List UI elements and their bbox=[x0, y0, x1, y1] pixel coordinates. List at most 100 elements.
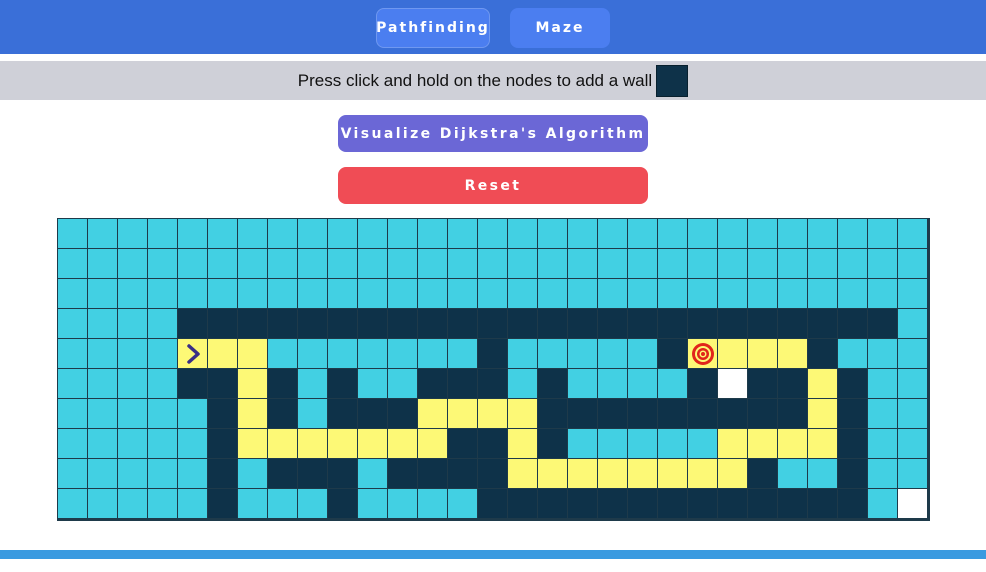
open-node[interactable] bbox=[358, 249, 388, 279]
open-node[interactable] bbox=[58, 309, 88, 339]
open-node[interactable] bbox=[778, 279, 808, 309]
open-node[interactable] bbox=[688, 219, 718, 249]
wall-node[interactable] bbox=[658, 309, 688, 339]
path-node[interactable] bbox=[418, 399, 448, 429]
open-node[interactable] bbox=[688, 429, 718, 459]
start-node[interactable] bbox=[178, 339, 208, 369]
open-node[interactable] bbox=[148, 459, 178, 489]
open-node[interactable] bbox=[898, 429, 928, 459]
open-node[interactable] bbox=[88, 429, 118, 459]
open-node[interactable] bbox=[58, 219, 88, 249]
path-node[interactable] bbox=[808, 429, 838, 459]
path-node[interactable] bbox=[718, 459, 748, 489]
open-node[interactable] bbox=[868, 399, 898, 429]
open-node[interactable] bbox=[568, 429, 598, 459]
open-node[interactable] bbox=[898, 219, 928, 249]
wall-node[interactable] bbox=[688, 399, 718, 429]
open-node[interactable] bbox=[238, 459, 268, 489]
open-node[interactable] bbox=[58, 489, 88, 519]
open-node[interactable] bbox=[88, 369, 118, 399]
open-node[interactable] bbox=[208, 279, 238, 309]
open-node[interactable] bbox=[478, 219, 508, 249]
open-node[interactable] bbox=[568, 369, 598, 399]
open-node[interactable] bbox=[598, 429, 628, 459]
wall-node[interactable] bbox=[208, 309, 238, 339]
open-node[interactable] bbox=[808, 219, 838, 249]
open-node[interactable] bbox=[88, 279, 118, 309]
open-node[interactable] bbox=[148, 279, 178, 309]
open-node[interactable] bbox=[148, 249, 178, 279]
path-node[interactable] bbox=[268, 429, 298, 459]
open-node[interactable] bbox=[148, 399, 178, 429]
open-node[interactable] bbox=[178, 399, 208, 429]
open-node[interactable] bbox=[88, 219, 118, 249]
wall-node[interactable] bbox=[658, 399, 688, 429]
path-node[interactable] bbox=[808, 369, 838, 399]
wall-node[interactable] bbox=[778, 309, 808, 339]
wall-node[interactable] bbox=[418, 309, 448, 339]
open-node[interactable] bbox=[628, 369, 658, 399]
open-node[interactable] bbox=[748, 279, 778, 309]
open-node[interactable] bbox=[298, 219, 328, 249]
wall-node[interactable] bbox=[568, 399, 598, 429]
open-node[interactable] bbox=[268, 339, 298, 369]
wall-node[interactable] bbox=[478, 429, 508, 459]
maze-button[interactable]: Maze bbox=[510, 8, 610, 48]
open-node[interactable] bbox=[58, 339, 88, 369]
open-node[interactable] bbox=[268, 249, 298, 279]
path-node[interactable] bbox=[388, 429, 418, 459]
open-node[interactable] bbox=[898, 309, 928, 339]
open-node[interactable] bbox=[658, 369, 688, 399]
open-node[interactable] bbox=[118, 339, 148, 369]
path-node[interactable] bbox=[808, 399, 838, 429]
open-node[interactable] bbox=[118, 279, 148, 309]
wall-node[interactable] bbox=[838, 489, 868, 519]
wall-node[interactable] bbox=[658, 489, 688, 519]
open-node[interactable] bbox=[418, 489, 448, 519]
open-node[interactable] bbox=[148, 369, 178, 399]
open-node[interactable] bbox=[178, 429, 208, 459]
open-node[interactable] bbox=[628, 219, 658, 249]
open-node[interactable] bbox=[868, 429, 898, 459]
wall-node[interactable] bbox=[478, 309, 508, 339]
wall-node[interactable] bbox=[358, 309, 388, 339]
wall-node[interactable] bbox=[418, 459, 448, 489]
wall-node[interactable] bbox=[748, 369, 778, 399]
open-node[interactable] bbox=[358, 219, 388, 249]
open-node[interactable] bbox=[148, 339, 178, 369]
path-node[interactable] bbox=[238, 399, 268, 429]
wall-node[interactable] bbox=[748, 399, 778, 429]
open-node[interactable] bbox=[118, 219, 148, 249]
open-node[interactable] bbox=[688, 279, 718, 309]
open-node[interactable] bbox=[598, 369, 628, 399]
open-node[interactable] bbox=[388, 219, 418, 249]
wall-node[interactable] bbox=[778, 369, 808, 399]
open-node[interactable] bbox=[448, 279, 478, 309]
wall-node[interactable] bbox=[868, 309, 898, 339]
target-node[interactable] bbox=[688, 339, 718, 369]
wall-node[interactable] bbox=[838, 429, 868, 459]
open-node[interactable] bbox=[148, 489, 178, 519]
wall-node[interactable] bbox=[508, 309, 538, 339]
open-node[interactable] bbox=[868, 369, 898, 399]
wall-node[interactable] bbox=[838, 459, 868, 489]
open-node[interactable] bbox=[88, 309, 118, 339]
open-node[interactable] bbox=[268, 279, 298, 309]
open-node[interactable] bbox=[358, 369, 388, 399]
pathfinding-grid[interactable] bbox=[57, 218, 930, 521]
wall-node[interactable] bbox=[478, 489, 508, 519]
wall-node[interactable] bbox=[538, 309, 568, 339]
open-node[interactable] bbox=[448, 219, 478, 249]
open-node[interactable] bbox=[778, 459, 808, 489]
open-node[interactable] bbox=[328, 249, 358, 279]
path-node[interactable] bbox=[208, 339, 238, 369]
path-node[interactable] bbox=[508, 429, 538, 459]
open-node[interactable] bbox=[538, 249, 568, 279]
open-node[interactable] bbox=[628, 279, 658, 309]
wall-node[interactable] bbox=[208, 369, 238, 399]
open-node[interactable] bbox=[778, 249, 808, 279]
wall-node[interactable] bbox=[718, 489, 748, 519]
wall-node[interactable] bbox=[838, 369, 868, 399]
wall-node[interactable] bbox=[538, 369, 568, 399]
open-node[interactable] bbox=[868, 489, 898, 519]
